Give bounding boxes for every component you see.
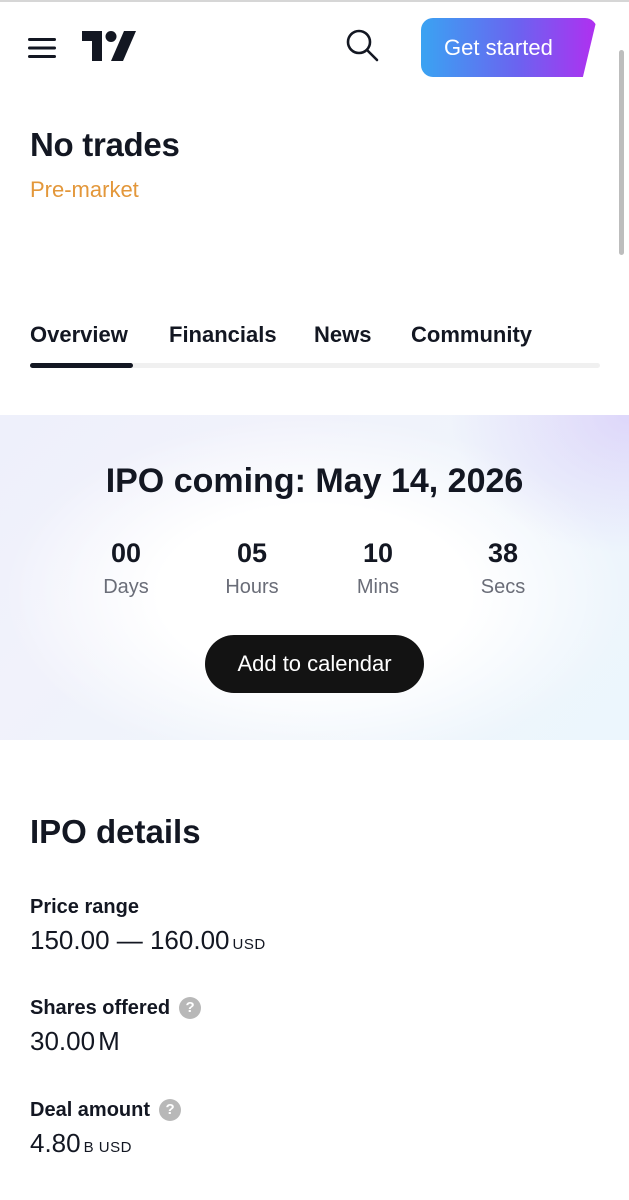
hamburger-menu-icon[interactable] bbox=[28, 38, 56, 58]
countdown-hours-value: 05 bbox=[236, 538, 268, 568]
detail-deal-amount: Deal amount ? 4.80 B USD bbox=[30, 1096, 590, 1159]
add-to-calendar-button[interactable]: Add to calendar bbox=[205, 635, 424, 693]
tab-financials[interactable]: Financials bbox=[169, 322, 277, 348]
page-title: No trades bbox=[30, 126, 180, 163]
detail-shares-offered: Shares offered ? 30.00 M bbox=[30, 994, 590, 1057]
shares-offered-unit: M bbox=[98, 1026, 120, 1056]
get-started-button[interactable]: Get started bbox=[421, 18, 597, 77]
shares-offered-value: 30.00 M bbox=[30, 1026, 590, 1057]
deal-amount-value: 4.80 B USD bbox=[30, 1128, 590, 1159]
tab-bar: Overview Financials News Community bbox=[30, 322, 600, 370]
countdown-hours-label: Hours bbox=[225, 576, 279, 598]
detail-label: Price range bbox=[30, 893, 590, 921]
question-mark-icon[interactable]: ? bbox=[179, 997, 202, 1019]
question-mark-icon[interactable]: ? bbox=[159, 1099, 182, 1121]
tradingview-logo-icon[interactable] bbox=[82, 31, 136, 61]
countdown-mins-label: Mins bbox=[356, 576, 400, 598]
ipo-countdown-banner: IPO coming: May 14, 2026 00 Days 05 Hour… bbox=[0, 415, 629, 740]
active-tab-indicator bbox=[30, 363, 133, 368]
detail-label: Shares offered ? bbox=[30, 994, 590, 1022]
countdown-hours: 05 Hours bbox=[197, 536, 307, 604]
price-range-label: Price range bbox=[30, 895, 139, 918]
tab-news[interactable]: News bbox=[314, 322, 371, 348]
search-icon[interactable] bbox=[345, 28, 379, 62]
header: Get started bbox=[0, 0, 629, 95]
tab-overview[interactable]: Overview bbox=[30, 322, 128, 348]
scrollbar[interactable] bbox=[619, 50, 624, 255]
price-range-number: 150.00 — 160.00 bbox=[30, 925, 230, 955]
shares-offered-label: Shares offered bbox=[30, 996, 171, 1019]
ipo-details-title: IPO details bbox=[30, 813, 201, 850]
ipo-heading: IPO coming: May 14, 2026 bbox=[105, 462, 524, 500]
price-range-value: 150.00 — 160.00 USD bbox=[30, 925, 590, 956]
tab-community[interactable]: Community bbox=[411, 322, 532, 348]
deal-amount-unit: B USD bbox=[83, 1139, 132, 1156]
deal-amount-number: 4.80 bbox=[30, 1128, 81, 1158]
detail-label: Deal amount ? bbox=[30, 1096, 590, 1124]
countdown-mins: 10 Mins bbox=[323, 536, 433, 604]
countdown-mins-value: 10 bbox=[362, 538, 394, 568]
detail-price-range: Price range 150.00 — 160.00 USD bbox=[30, 893, 590, 956]
countdown-secs: 38 Secs bbox=[448, 536, 558, 604]
market-status: Pre-market bbox=[30, 177, 139, 202]
deal-amount-label: Deal amount bbox=[30, 1098, 151, 1121]
countdown-days-label: Days bbox=[103, 576, 149, 598]
countdown-secs-label: Secs bbox=[480, 576, 526, 598]
countdown-secs-value: 38 bbox=[487, 538, 519, 568]
price-range-unit: USD bbox=[232, 936, 266, 953]
shares-offered-number: 30.00 bbox=[30, 1026, 96, 1056]
countdown-days: 00 Days bbox=[71, 536, 181, 604]
countdown-days-value: 00 bbox=[110, 538, 142, 568]
